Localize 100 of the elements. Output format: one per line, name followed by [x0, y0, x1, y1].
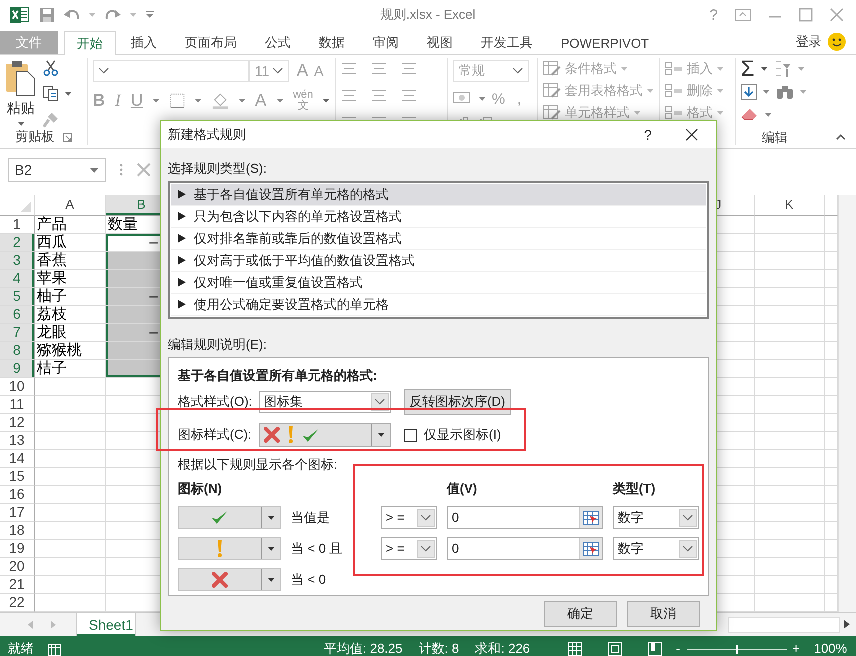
cells-icon[interactable]	[665, 105, 683, 121]
type-dropdown[interactable]: 数字	[613, 506, 699, 529]
styles-icon[interactable]	[543, 105, 561, 121]
table-cell[interactable]	[754, 396, 825, 414]
column-header[interactable]: K	[754, 195, 825, 216]
table-cell[interactable]	[754, 324, 825, 342]
table-cell[interactable]	[35, 450, 106, 468]
table-cell[interactable]: 产品	[35, 216, 106, 234]
table-cell[interactable]	[754, 252, 825, 270]
smiley-avatar-icon[interactable]	[828, 33, 846, 51]
table-cell[interactable]	[754, 342, 825, 360]
icon-dropdown[interactable]	[178, 506, 281, 529]
table-cell[interactable]	[35, 522, 106, 540]
fill-down-icon[interactable]	[741, 84, 757, 100]
table-cell[interactable]	[35, 468, 106, 486]
row-header[interactable]: 7	[0, 324, 35, 342]
row-header[interactable]: 3	[0, 252, 35, 270]
table-cell[interactable]	[35, 504, 106, 522]
scrollbar[interactable]	[838, 195, 856, 612]
select-all-corner[interactable]	[21, 202, 31, 212]
sort-icon[interactable]	[774, 60, 792, 78]
undo-icon[interactable]	[64, 9, 80, 21]
checkbox-label[interactable]: 仅显示图标(I)	[424, 426, 502, 444]
rule-type-item[interactable]: 仅对排名靠前或靠后的数值设置格式	[171, 228, 706, 250]
scroll-right-icon[interactable]	[844, 620, 850, 629]
row-header[interactable]: 10	[0, 378, 35, 396]
table-cell[interactable]	[754, 360, 825, 378]
ribbon-tab[interactable]: 公式	[252, 31, 304, 54]
table-cell[interactable]	[754, 558, 825, 576]
row-header[interactable]: 18	[0, 522, 35, 540]
table-cell[interactable]	[754, 504, 825, 522]
name-box[interactable]: B2	[8, 158, 106, 182]
ribbon-tab[interactable]: 开始	[64, 31, 116, 55]
align-icon[interactable]	[401, 90, 417, 102]
zoom-level[interactable]: 100%	[814, 641, 848, 656]
row-header[interactable]: 4	[0, 270, 35, 288]
ribbon-tab[interactable]: 开发工具	[468, 31, 546, 54]
sign-in-link[interactable]: 登录	[796, 33, 822, 51]
range-select-icon[interactable]	[583, 542, 599, 556]
align-icon[interactable]	[371, 90, 387, 102]
paste-icon[interactable]	[5, 60, 37, 96]
row-header[interactable]: 9	[0, 360, 35, 378]
ribbon-tab[interactable]: 审阅	[360, 31, 412, 54]
table-cell[interactable]	[754, 450, 825, 468]
ribbon-tab[interactable]: 插入	[118, 31, 170, 54]
table-cell[interactable]	[35, 558, 106, 576]
table-cell[interactable]	[754, 414, 825, 432]
cells-icon[interactable]	[665, 83, 683, 99]
zoom-slider[interactable]	[686, 644, 786, 654]
value-field[interactable]: 0	[447, 506, 603, 529]
table-cell[interactable]	[754, 216, 825, 234]
table-cell[interactable]	[754, 306, 825, 324]
copy-icon[interactable]	[43, 86, 59, 102]
rule-type-item[interactable]: 仅对唯一值或重复值设置格式	[171, 272, 706, 294]
save-icon[interactable]	[39, 7, 55, 23]
ribbon-tab[interactable]: 页面布局	[172, 31, 250, 54]
table-cell[interactable]	[35, 432, 106, 450]
table-cell[interactable]	[754, 270, 825, 288]
checkbox[interactable]	[404, 428, 417, 442]
rule-type-list[interactable]: 基于各自值设置所有单元格的格式 只为包含以下内容的单元格设置格式 仅对排名靠前或靠后的数值设置格式 仅对高于或低于平均值的数值设置格式 仅对唯一值或重复值设置格式 使用公式确定要设置格式的单元格	[168, 181, 709, 319]
icon-dropdown[interactable]	[178, 537, 281, 560]
normal-view-icon[interactable]	[568, 642, 582, 656]
table-cell[interactable]	[754, 576, 825, 594]
styles-icon[interactable]	[543, 83, 561, 99]
table-cell[interactable]	[35, 486, 106, 504]
scissors-icon[interactable]	[43, 60, 59, 76]
row-header[interactable]: 8	[0, 342, 35, 360]
collapse-ribbon-icon[interactable]	[836, 134, 846, 140]
sheet-stats-icon[interactable]	[48, 642, 62, 656]
dialog-button[interactable]: 取消	[627, 601, 700, 627]
cells-icon[interactable]	[665, 61, 683, 77]
table-cell[interactable]	[754, 540, 825, 558]
borders-icon[interactable]	[170, 93, 185, 109]
table-cell[interactable]	[35, 396, 106, 414]
find-icon[interactable]	[776, 84, 794, 100]
help-button[interactable]: ?	[644, 126, 652, 142]
row-header[interactable]: 11	[0, 396, 35, 414]
ribbon-tab[interactable]: POWERPIVOT	[548, 31, 662, 54]
row-header[interactable]: 13	[0, 432, 35, 450]
align-icon[interactable]	[341, 90, 357, 102]
row-header[interactable]: 6	[0, 306, 35, 324]
align-icon[interactable]	[371, 63, 387, 75]
rule-type-item[interactable]: 只为包含以下内容的单元格设置格式	[171, 206, 706, 228]
page-layout-icon[interactable]	[608, 642, 622, 656]
row-header[interactable]: 15	[0, 468, 35, 486]
table-cell[interactable]	[754, 432, 825, 450]
rule-type-item[interactable]: 使用公式确定要设置格式的单元格	[171, 294, 706, 316]
zoom-out-button[interactable]: -	[676, 641, 680, 656]
reverse-icon-order-button[interactable]: 反转图标次序(D)	[404, 389, 511, 415]
scroll-left-icon[interactable]	[28, 620, 33, 628]
align-icon[interactable]	[341, 63, 357, 75]
icon-style-dropdown[interactable]	[259, 423, 391, 447]
ribbon-tab[interactable]: 数据	[306, 31, 358, 54]
close-icon[interactable]	[686, 128, 698, 140]
type-dropdown[interactable]: 数字	[613, 537, 699, 560]
align-icon[interactable]	[401, 63, 417, 75]
table-cell[interactable]	[35, 378, 106, 396]
fill-color-icon[interactable]	[212, 92, 229, 110]
rule-type-item[interactable]: 基于各自值设置所有单元格的格式	[171, 184, 706, 206]
dialog-button[interactable]: 确定	[544, 601, 617, 627]
